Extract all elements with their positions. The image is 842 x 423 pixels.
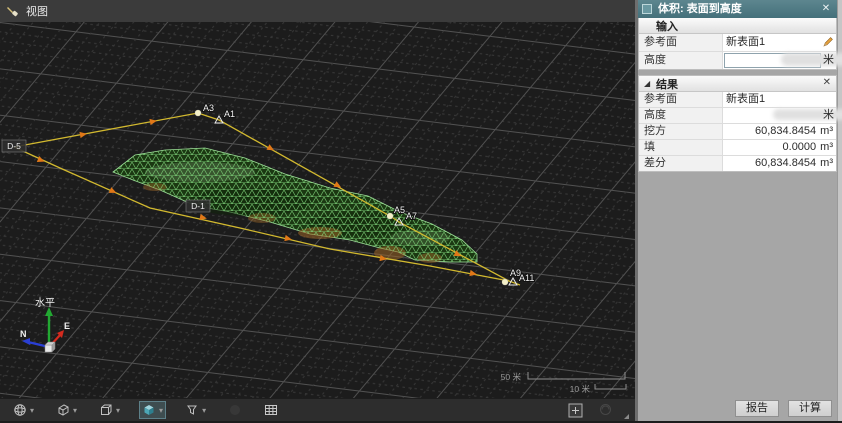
fill-volume-cell: 0.0000m³	[723, 140, 836, 155]
pan-button[interactable]	[225, 401, 245, 419]
viewport-tab-bar: 视图	[0, 0, 635, 23]
reference-surface-value[interactable]: 新表面1	[723, 34, 836, 51]
table-row: 高度 米	[639, 52, 836, 69]
row-value: 0.0000	[783, 141, 817, 153]
calculate-button[interactable]: 计算	[788, 400, 832, 417]
box-shaded-button[interactable]: ▾	[139, 401, 166, 419]
volume-panel: 体积: 表面到高度 ✕ 输入 参考面 新表面1 高度	[638, 0, 837, 421]
point-label: A3	[203, 103, 214, 113]
panel-title: 体积: 表面到高度	[658, 3, 742, 15]
view-tab-label[interactable]: 视图	[26, 3, 48, 19]
panel-button-bar: 报告 计算	[735, 400, 832, 417]
app-window: { "colors": { "accent_teal": "#44707a", …	[0, 0, 842, 421]
unit-label: m³	[820, 124, 833, 138]
unit-label: 米	[823, 108, 834, 122]
chevron-down-icon[interactable]: ▾	[159, 406, 163, 415]
row-value: 新表面1	[726, 93, 765, 105]
edit-pencil-icon[interactable]	[822, 36, 834, 53]
scale-minor-label: 10 米	[570, 384, 591, 394]
point-label: A5	[394, 205, 405, 215]
chevron-down-icon[interactable]: ▾	[73, 406, 77, 415]
add-viewport-button[interactable]	[568, 403, 583, 423]
row-value: 60,834.8454	[755, 157, 816, 169]
filter-button[interactable]: ▾	[182, 401, 209, 419]
row-label: 高度	[639, 52, 723, 69]
table-row: 高度 米	[639, 108, 836, 124]
station-label: D-5	[7, 141, 21, 151]
height-input-cell: 米	[723, 52, 836, 69]
panel-title-bar[interactable]: 体积: 表面到高度 ✕	[638, 0, 837, 18]
expander-icon[interactable]: ◢	[644, 79, 650, 88]
dialog-icon	[642, 4, 652, 14]
row-label: 参考面	[639, 92, 723, 107]
point-marker[interactable]	[387, 213, 393, 219]
difference-volume-cell: 60,834.8454 m³	[723, 156, 836, 171]
point-label: A7	[406, 211, 417, 221]
point-marker[interactable]	[502, 279, 508, 285]
axis-east-label: E	[64, 321, 70, 331]
row-value-cell: 新表面1	[723, 92, 836, 107]
unit-label: m³	[820, 156, 833, 170]
grid-toggle-button[interactable]	[261, 401, 281, 419]
row-label: 高度	[639, 108, 723, 123]
row-label: 参考面	[639, 34, 723, 51]
result-close-icon[interactable]: ✕	[823, 77, 831, 88]
axis-north-label: N	[20, 329, 27, 339]
result-section-header[interactable]: ◢ 结果 ✕	[639, 76, 836, 92]
row-label: 差分	[639, 156, 723, 171]
chevron-down-icon[interactable]: ▾	[30, 406, 34, 415]
rotate-view-icon[interactable]	[598, 402, 613, 417]
table-row: 填 0.0000m³	[639, 140, 836, 156]
viewport-pane: 视图	[0, 0, 635, 421]
row-label: 填	[639, 140, 723, 155]
table-row: 参考面 新表面1	[639, 34, 836, 52]
input-header-label: 输入	[656, 18, 678, 34]
table-row: 差分 60,834.8454 m³	[639, 156, 836, 171]
orbit-view-button[interactable]: ▾	[10, 401, 37, 419]
close-icon[interactable]: ✕	[819, 0, 833, 18]
point-label: A11	[519, 273, 534, 283]
chevron-down-icon[interactable]: ▾	[202, 406, 206, 415]
result-header-label: 结果	[656, 76, 678, 92]
input-section-header[interactable]: 输入	[639, 18, 836, 34]
station-label: D-1	[191, 201, 205, 211]
viewport-toolbar: ▾ ▾ ▾ ▾	[0, 398, 635, 421]
report-button[interactable]: 报告	[735, 400, 779, 417]
cut-volume-cell: 60,834.8454 m³	[723, 124, 836, 139]
chevron-down-icon[interactable]: ▾	[116, 406, 120, 415]
row-value-cell: 米	[723, 108, 836, 123]
result-section: ◢ 结果 ✕ 参考面 新表面1 高度 米 挖方 60,834.8454 m³ 填	[638, 75, 837, 172]
prism-view-button[interactable]: ▾	[53, 401, 80, 419]
row-value: 新表面1	[726, 36, 765, 48]
row-value: 60,834.8454	[755, 125, 816, 137]
axis-up-label: 水平	[35, 297, 55, 309]
scale-major-label: 50 米	[501, 372, 522, 382]
unit-label: 米	[823, 52, 834, 68]
input-section: 输入 参考面 新表面1 高度 米	[638, 18, 837, 70]
point-marker[interactable]	[195, 110, 201, 116]
table-row: 参考面 新表面1	[639, 92, 836, 108]
resize-corner-icon[interactable]	[624, 414, 629, 419]
point-label: A1	[224, 109, 235, 119]
unit-label: m³	[820, 140, 833, 154]
3d-viewport[interactable]: A3 A1 A5 A7 A9 A11 D-5 D-1 水平 E N	[0, 22, 635, 398]
box-wireframe-button[interactable]: ▾	[96, 401, 123, 419]
view-tab-icon	[6, 4, 20, 18]
table-row: 挖方 60,834.8454 m³	[639, 124, 836, 140]
row-label: 挖方	[639, 124, 723, 139]
